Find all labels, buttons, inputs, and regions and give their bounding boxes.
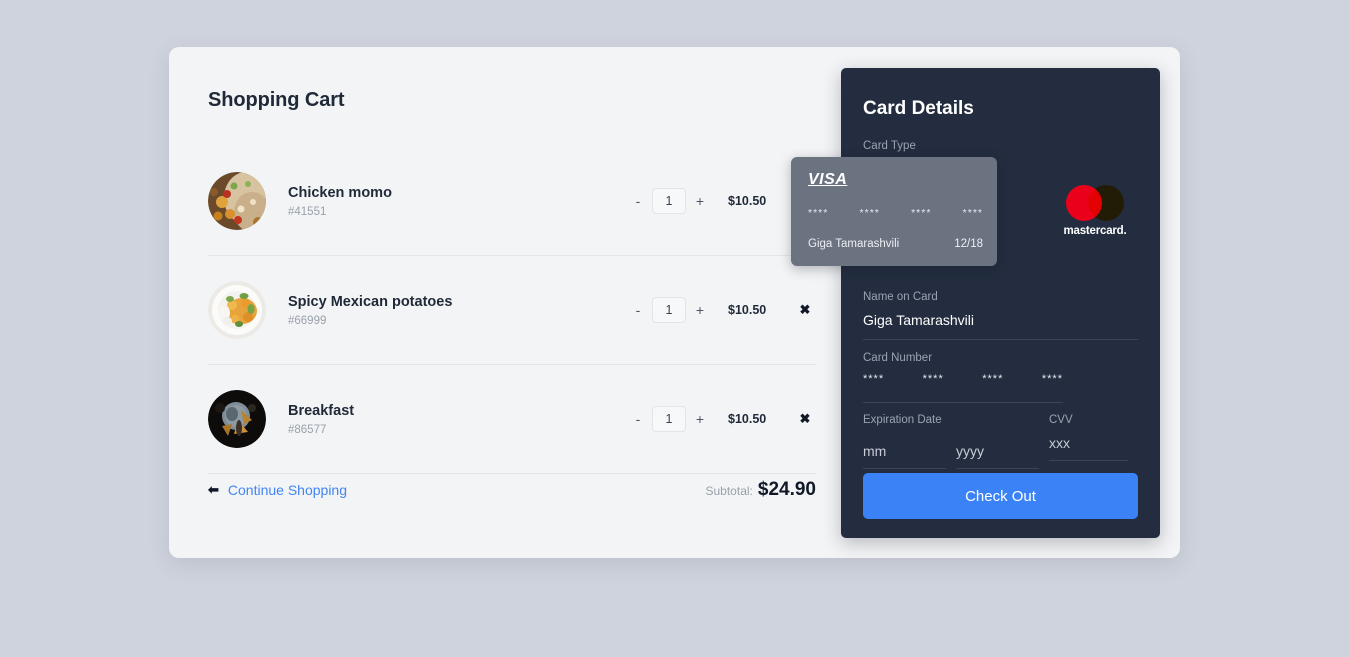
table-row: Chicken momo #41551 - + $10.50 ✖: [208, 147, 816, 256]
continue-shopping-label: Continue Shopping: [228, 482, 347, 498]
cart-footer: ⬅ Continue Shopping Subtotal: $24.90: [208, 479, 816, 501]
quantity-input[interactable]: [652, 188, 686, 214]
quantity-stepper[interactable]: - +: [630, 406, 708, 432]
quantity-stepper[interactable]: - +: [630, 188, 708, 214]
subtotal: Subtotal: $24.90: [706, 479, 817, 501]
quantity-stepper[interactable]: - +: [630, 297, 708, 323]
visa-digit-group: ****: [911, 207, 931, 219]
item-thumbnail-chicken-momo: [208, 172, 266, 230]
expiration-year-input[interactable]: yyyy: [956, 443, 1039, 469]
item-thumbnail-spicy-mexican-potatoes: [208, 281, 266, 339]
quantity-decrement-button[interactable]: -: [630, 302, 646, 318]
name-on-card-field[interactable]: Name on Card Giga Tamarashvili: [863, 291, 1138, 340]
item-name: Spicy Mexican potatoes: [288, 293, 630, 313]
subtotal-label: Subtotal:: [706, 484, 753, 498]
item-id: #41551: [288, 206, 630, 218]
item-id: #86577: [288, 424, 630, 436]
mastercard-wordmark: mastercard.: [1052, 225, 1138, 237]
visa-masked-number: **** **** **** ****: [808, 207, 983, 219]
card-number-field[interactable]: Card Number **** **** **** ****: [863, 352, 1138, 403]
visa-digit-group: ****: [860, 207, 880, 219]
cart-item-list: Chicken momo #41551 - + $10.50 ✖: [208, 147, 816, 474]
subtotal-value: $24.90: [758, 479, 816, 501]
quantity-input[interactable]: [652, 297, 686, 323]
page-title: Shopping Cart: [208, 89, 344, 112]
arrow-left-icon: ⬅: [208, 482, 219, 498]
check-out-button[interactable]: Check Out: [863, 473, 1138, 519]
visa-digit-group: ****: [808, 207, 828, 219]
card-details-title: Card Details: [863, 98, 974, 120]
item-name: Breakfast: [288, 402, 630, 422]
table-row: Spicy Mexican potatoes #66999 - + $10.50…: [208, 256, 816, 365]
mastercard-circles-icon: [1052, 185, 1138, 221]
remove-item-button[interactable]: ✖: [794, 302, 816, 318]
card-type-label: Card Type: [863, 140, 916, 152]
quantity-increment-button[interactable]: +: [692, 411, 708, 427]
card-number-group: ****: [1042, 373, 1063, 391]
item-name: Chicken momo: [288, 184, 630, 204]
cvv-input[interactable]: xxx: [1049, 435, 1128, 461]
item-thumbnail-breakfast: [208, 390, 266, 448]
item-price: $10.50: [728, 194, 794, 208]
visa-card-footer: Giga Tamarashvili 12/18: [808, 238, 983, 250]
cvv-label: CVV: [1049, 414, 1138, 426]
card-number-group: ****: [982, 373, 1003, 391]
card-number-group: ****: [863, 373, 884, 391]
item-info: Breakfast #86577: [288, 402, 630, 437]
card-details-panel: Card Details Card Type VISA **** **** **…: [841, 68, 1160, 538]
mastercard-logo[interactable]: mastercard.: [1052, 185, 1138, 237]
visa-logo: VISA: [808, 171, 847, 189]
quantity-increment-button[interactable]: +: [692, 302, 708, 318]
card-number-label: Card Number: [863, 352, 1138, 364]
item-price: $10.50: [728, 303, 794, 317]
expiry-cvv-row: Expiration Date mm yyyy CVV xxx: [863, 414, 1138, 469]
visa-card-preview[interactable]: VISA **** **** **** **** Giga Tamarashvi…: [791, 157, 997, 266]
card-number-group: ****: [923, 373, 944, 391]
cvv-field[interactable]: CVV xxx: [1049, 414, 1138, 469]
expiration-month-input[interactable]: mm: [863, 443, 946, 469]
quantity-input[interactable]: [652, 406, 686, 432]
expiration-date-label: Expiration Date: [863, 414, 942, 426]
name-on-card-value[interactable]: Giga Tamarashvili: [863, 312, 1138, 340]
checkout-card: Shopping Cart: [169, 47, 1180, 558]
card-number-value[interactable]: **** **** **** ****: [863, 373, 1063, 403]
quantity-increment-button[interactable]: +: [692, 193, 708, 209]
continue-shopping-link[interactable]: ⬅ Continue Shopping: [208, 482, 347, 498]
shopping-cart-section: Shopping Cart: [208, 47, 856, 558]
quantity-decrement-button[interactable]: -: [630, 411, 646, 427]
visa-card-expiry: 12/18: [954, 238, 983, 250]
mastercard-orange-circle: [1088, 185, 1124, 221]
expiration-date-field[interactable]: Expiration Date mm yyyy: [863, 414, 1049, 469]
remove-item-button[interactable]: ✖: [794, 411, 816, 427]
item-price: $10.50: [728, 412, 794, 426]
item-id: #66999: [288, 315, 630, 327]
table-row: Breakfast #86577 - + $10.50 ✖: [208, 365, 816, 474]
quantity-decrement-button[interactable]: -: [630, 193, 646, 209]
item-info: Spicy Mexican potatoes #66999: [288, 293, 630, 328]
name-on-card-label: Name on Card: [863, 291, 1138, 303]
visa-card-holder: Giga Tamarashvili: [808, 238, 899, 250]
item-info: Chicken momo #41551: [288, 184, 630, 219]
visa-digit-group: ****: [963, 207, 983, 219]
